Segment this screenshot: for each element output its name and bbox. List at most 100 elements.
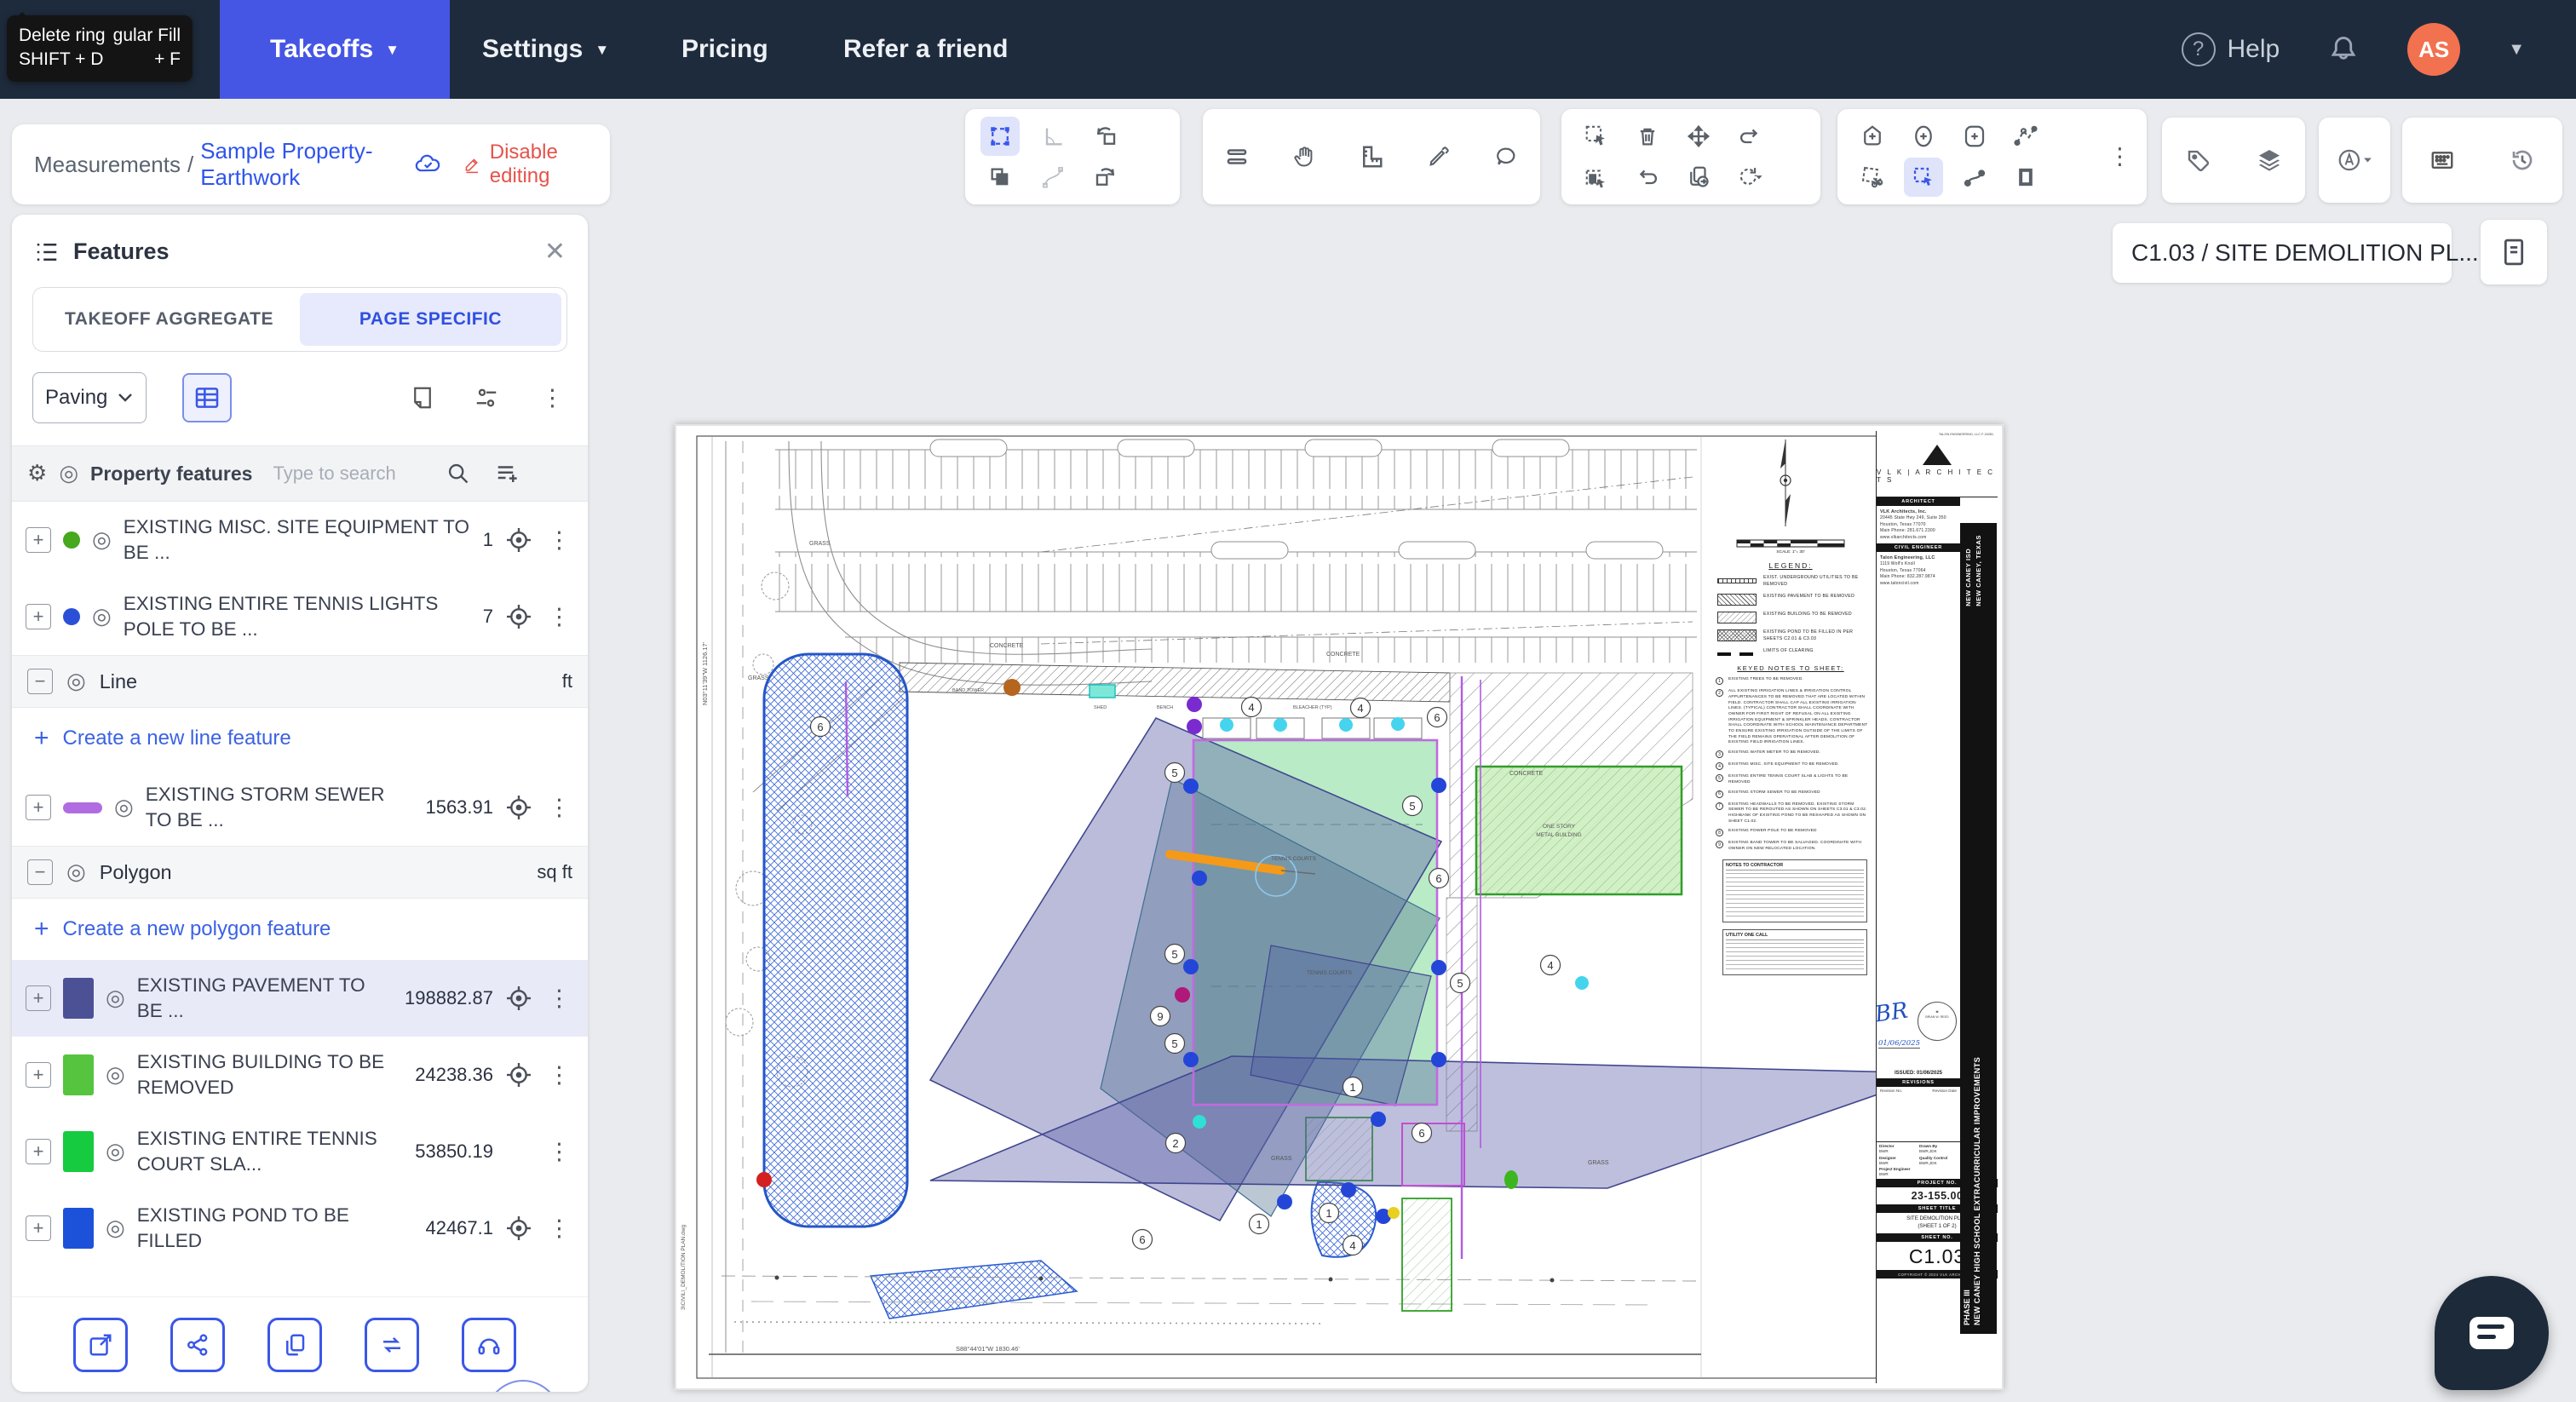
nav-pricing[interactable]: Pricing [681,0,768,99]
visibility-icon[interactable]: ◎ [114,795,134,820]
chat-launcher[interactable] [2435,1276,2549,1390]
create-line-feature-button[interactable]: + Create a new line feature [12,708,588,769]
visibility-icon[interactable]: ◎ [92,604,112,629]
tab-page-specific[interactable]: PAGE SPECIFIC [300,293,561,346]
expand-plus-icon[interactable]: + [26,795,51,820]
expand-plus-icon[interactable]: + [26,1215,51,1241]
visibility-icon[interactable]: ◎ [106,1062,125,1088]
collapse-minus-icon[interactable]: − [27,859,53,885]
account-chevron-down-icon[interactable]: ▼ [2508,40,2525,60]
pan-hand-tool[interactable] [1280,133,1328,181]
row-kebab-menu[interactable]: ⋮ [544,795,574,821]
feature-row[interactable]: + ◎ EXISTING MISC. SITE EQUIPMENT TO BE … [12,502,588,578]
paste-area-tool[interactable] [1577,158,1616,197]
collapse-minus-icon[interactable]: − [27,669,53,694]
add-ellipse-tool[interactable] [1904,117,1943,156]
row-kebab-menu[interactable]: ⋮ [544,1215,574,1242]
visibility-icon[interactable]: ◎ [106,1139,125,1164]
add-polygon-tool[interactable] [1853,117,1892,156]
visibility-icon[interactable]: ◎ [66,669,86,694]
support-button[interactable] [462,1318,516,1372]
scale-ruler-tool[interactable] [1348,133,1395,181]
feature-row[interactable]: + ◎ EXISTING ENTIRE TENNIS COURT SLA... … [12,1113,588,1190]
expand-plus-icon[interactable]: + [26,1062,51,1088]
feature-row[interactable]: + ◎ EXISTING ENTIRE TENNIS LIGHTS POLE T… [12,578,588,655]
cut-polygon-tool[interactable] [1853,158,1892,197]
rotate-options-tool[interactable] [1730,158,1769,197]
layers-tool[interactable] [2250,141,2289,180]
row-kebab-menu[interactable]: ⋮ [544,1062,574,1089]
sync-button[interactable] [365,1318,419,1372]
search-icon[interactable] [446,462,470,486]
table-view-button[interactable] [182,373,232,422]
filled-rect-tool[interactable] [2006,158,2045,197]
add-rounded-rect-tool[interactable] [1955,117,1994,156]
bell-icon[interactable] [2327,32,2360,66]
comment-tool[interactable] [1482,133,1530,181]
select-tool[interactable] [980,117,1020,156]
visibility-icon[interactable]: ◎ [106,985,125,1011]
row-kebab-menu[interactable]: ⋮ [544,1139,574,1165]
avatar[interactable]: AS [2407,23,2460,76]
draw-group-kebab-menu[interactable]: ⋮ [2105,144,2135,170]
tab-takeoff-aggregate[interactable]: TAKEOFF AGGREGATE [38,293,300,346]
expand-plus-icon[interactable]: + [26,527,51,553]
feature-row[interactable]: + ◎ EXISTING STORM SEWER TO BE ... 1563.… [12,769,588,846]
expand-plus-icon[interactable]: + [26,604,51,629]
locate-crosshair-icon[interactable] [505,794,532,821]
disable-editing-button[interactable]: Disable editing [463,141,588,188]
redo-tool[interactable] [1730,117,1769,156]
expand-plus-icon[interactable]: + [26,1139,51,1164]
marker-tool[interactable] [1415,133,1463,181]
row-kebab-menu[interactable]: ⋮ [544,985,574,1012]
notes-page-icon[interactable] [410,385,435,411]
row-kebab-menu[interactable]: ⋮ [544,527,574,554]
nav-settings[interactable]: Settings▼ [482,0,609,99]
node-path-tool[interactable] [1955,158,1994,197]
export-button[interactable] [73,1318,128,1372]
category-select[interactable]: Paving [32,372,147,423]
tag-tool[interactable] [2178,141,2217,180]
feature-row[interactable]: + ◎ EXISTING POND TO BE FILLED 42467.1 ⋮ [12,1190,588,1267]
rotate-cw-tool[interactable] [1086,158,1125,197]
locate-crosshair-icon[interactable] [505,985,532,1012]
filter-sliders-icon[interactable] [473,385,500,411]
visibility-icon[interactable]: ◎ [106,1215,125,1241]
create-polygon-feature-button[interactable]: + Create a new polygon feature [12,899,588,960]
gear-icon[interactable]: ⚙ [27,461,47,486]
rotate-ccw-tool[interactable] [1086,117,1125,156]
close-icon[interactable]: ✕ [544,237,566,267]
visibility-icon[interactable]: ◎ [59,461,78,486]
move-tool[interactable] [1679,117,1718,156]
sheet-panel-toggle[interactable] [2481,220,2547,284]
add-to-list-icon[interactable] [494,461,521,486]
duplicate-tool[interactable] [980,158,1020,197]
history-tool[interactable] [2503,141,2542,180]
nav-takeoffs[interactable]: Takeoffs▼ [220,0,450,99]
panel-kebab-menu[interactable]: ⋮ [538,385,567,411]
magic-polyline-tool[interactable] [2006,117,2045,156]
expand-plus-icon[interactable]: + [26,985,51,1011]
marquee-select-tool[interactable] [1577,117,1616,156]
locate-crosshair-icon[interactable] [505,1061,532,1089]
locate-crosshair-icon[interactable] [505,526,532,554]
nav-refer-a-friend[interactable]: Refer a friend [843,0,1008,99]
duplicate-button[interactable] [267,1318,322,1372]
visibility-icon[interactable]: ◎ [66,859,86,885]
undo-tool[interactable] [1628,158,1667,197]
worksheet-table-tool[interactable] [2423,141,2462,180]
delete-tool[interactable] [1628,117,1667,156]
plan-sheet[interactable]: 4 4 6 5 5 6 5 5 9 5 4 2 1 6 1 1 4 6 6 [675,424,2004,1390]
text-style-tool[interactable] [2335,141,2374,180]
match-lines-tool[interactable] [1213,133,1261,181]
row-kebab-menu[interactable]: ⋮ [544,604,574,630]
breadcrumb-root[interactable]: Measurements [34,152,181,178]
locate-crosshair-icon[interactable] [505,603,532,630]
help-button[interactable]: ? Help [2182,32,2280,66]
rect-select-tool[interactable] [1904,158,1943,197]
feature-row[interactable]: + ◎ EXISTING BUILDING TO BE REMOVED 2423… [12,1037,588,1113]
curve-tool[interactable] [1033,158,1072,197]
share-button[interactable] [170,1318,225,1372]
locate-crosshair-icon[interactable] [505,1215,532,1242]
perpendicular-tool[interactable] [1033,117,1072,156]
